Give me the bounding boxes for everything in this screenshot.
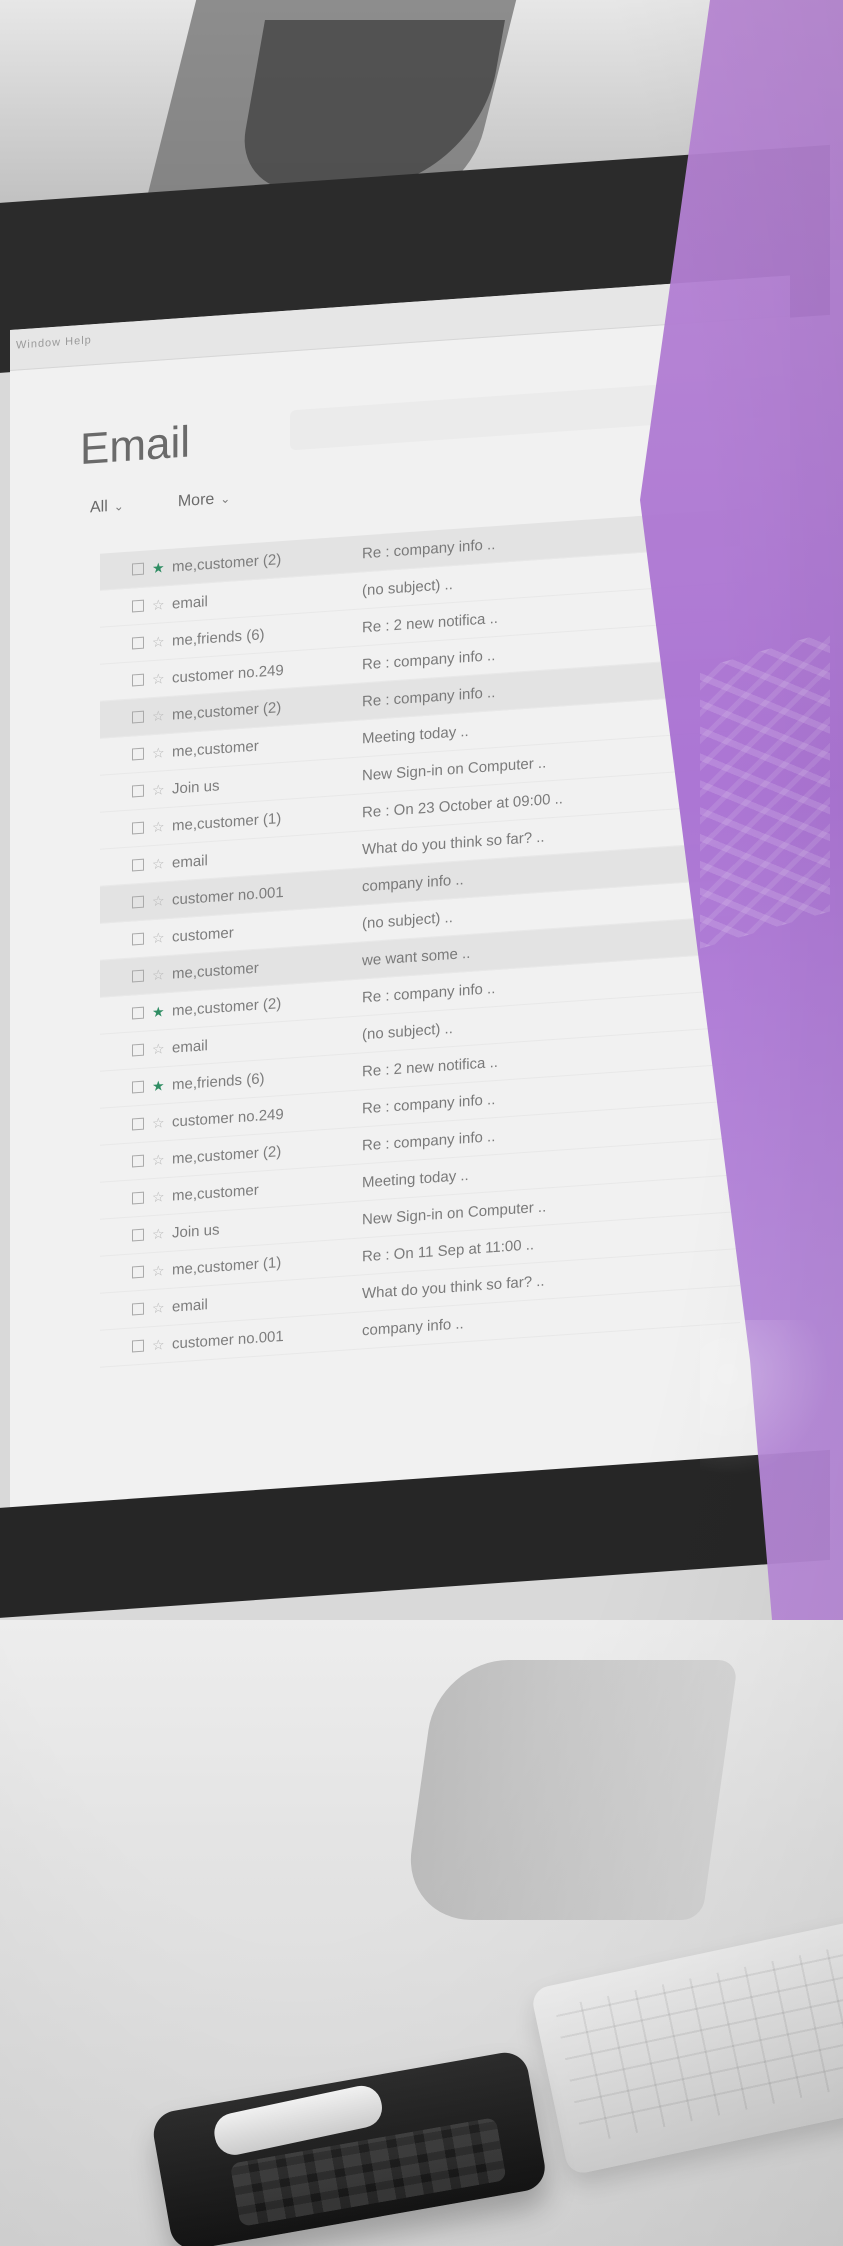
star-icon[interactable]: ☆ (152, 1040, 165, 1058)
star-icon[interactable]: ☆ (152, 929, 165, 947)
checkbox-icon[interactable] (132, 895, 144, 909)
email-sender: customer no.001 (172, 1327, 284, 1353)
email-sender: me,customer (172, 737, 259, 761)
more-label: More (177, 490, 215, 511)
checkbox-icon[interactable] (132, 710, 144, 724)
email-sender: me,customer (172, 959, 259, 983)
checkbox-icon[interactable] (132, 821, 144, 835)
filter-all-label: All (90, 498, 108, 517)
email-sender: email (172, 1036, 208, 1057)
star-icon[interactable]: ☆ (152, 707, 165, 725)
star-icon[interactable]: ☆ (152, 1336, 165, 1354)
star-icon[interactable]: ☆ (152, 1188, 165, 1206)
checkbox-icon[interactable] (132, 1080, 144, 1094)
checkbox-icon[interactable] (132, 599, 144, 613)
email-sender: Join us (172, 776, 220, 798)
email-toolbar: All ⌄ More ⌄ (90, 490, 230, 518)
email-sender: customer no.249 (172, 1105, 284, 1131)
checkbox-icon[interactable] (132, 1006, 144, 1020)
star-icon[interactable]: ☆ (152, 633, 165, 651)
email-sender: email (172, 1295, 208, 1316)
star-icon[interactable]: ☆ (152, 966, 165, 984)
star-icon[interactable]: ☆ (152, 818, 165, 836)
email-sender: customer no.249 (172, 661, 284, 687)
email-sender: customer no.001 (172, 883, 284, 909)
email-sender: Join us (172, 1220, 220, 1242)
checkbox-icon[interactable] (132, 1191, 144, 1205)
menu-label: Window Help (16, 334, 92, 352)
purple-glow (700, 1320, 840, 1500)
star-icon[interactable]: ☆ (152, 1151, 165, 1169)
star-icon[interactable]: ☆ (152, 1299, 165, 1317)
checkbox-icon[interactable] (132, 1302, 144, 1316)
star-icon[interactable]: ★ (152, 1077, 165, 1095)
star-icon[interactable]: ★ (152, 559, 165, 577)
checkbox-icon[interactable] (132, 1117, 144, 1131)
chevron-down-icon: ⌄ (220, 491, 231, 507)
checkbox-icon[interactable] (132, 1043, 144, 1057)
checkbox-icon[interactable] (132, 636, 144, 650)
chevron-down-icon: ⌄ (113, 499, 124, 514)
monitor-stand (401, 1660, 739, 1920)
email-sender: customer (172, 923, 234, 946)
checkbox-icon[interactable] (132, 1154, 144, 1168)
email-sender: me,friends (6) (172, 1069, 265, 1094)
email-sender: me,customer (1) (172, 809, 282, 835)
star-icon[interactable]: ☆ (152, 670, 165, 688)
checkbox-icon[interactable] (132, 932, 144, 946)
checkbox-icon[interactable] (132, 858, 144, 872)
star-icon[interactable]: ☆ (152, 892, 165, 910)
email-sender: me,customer (2) (172, 1142, 282, 1168)
email-sender: me,friends (6) (172, 625, 265, 650)
email-sender: me,customer (2) (172, 698, 282, 724)
checkbox-icon[interactable] (132, 1265, 144, 1279)
checkbox-icon[interactable] (132, 1339, 144, 1353)
checkbox-icon[interactable] (132, 673, 144, 687)
star-icon[interactable]: ☆ (152, 1262, 165, 1280)
email-sender: me,customer (2) (172, 994, 282, 1020)
more-dropdown[interactable]: More ⌄ (178, 490, 231, 512)
star-icon[interactable]: ☆ (152, 1114, 165, 1132)
email-sender: email (172, 592, 208, 613)
checkbox-icon[interactable] (132, 1228, 144, 1242)
checkbox-icon[interactable] (132, 747, 144, 761)
email-sender: me,customer (2) (172, 550, 282, 576)
star-icon[interactable]: ☆ (152, 596, 165, 614)
email-sender: me,customer (172, 1181, 259, 1205)
star-icon[interactable]: ☆ (152, 855, 165, 873)
email-sender: email (172, 851, 208, 872)
star-icon[interactable]: ★ (152, 1003, 165, 1021)
filter-all-dropdown[interactable]: All ⌄ (90, 497, 124, 517)
photo-scene: Window Help Email All ⌄ More ⌄ ★ me,custo… (0, 0, 843, 2246)
star-icon[interactable]: ☆ (152, 744, 165, 762)
star-icon[interactable]: ☆ (152, 1225, 165, 1243)
purple-keyboard-pattern (700, 631, 830, 949)
checkbox-icon[interactable] (132, 784, 144, 798)
email-list: ★ me,customer (2) Re : company info .. ☆ ema… (100, 508, 740, 1368)
email-sender: me,customer (1) (172, 1253, 282, 1279)
checkbox-icon[interactable] (132, 562, 144, 576)
star-icon[interactable]: ☆ (152, 781, 165, 799)
checkbox-icon[interactable] (132, 969, 144, 983)
page-title: Email (80, 417, 191, 475)
